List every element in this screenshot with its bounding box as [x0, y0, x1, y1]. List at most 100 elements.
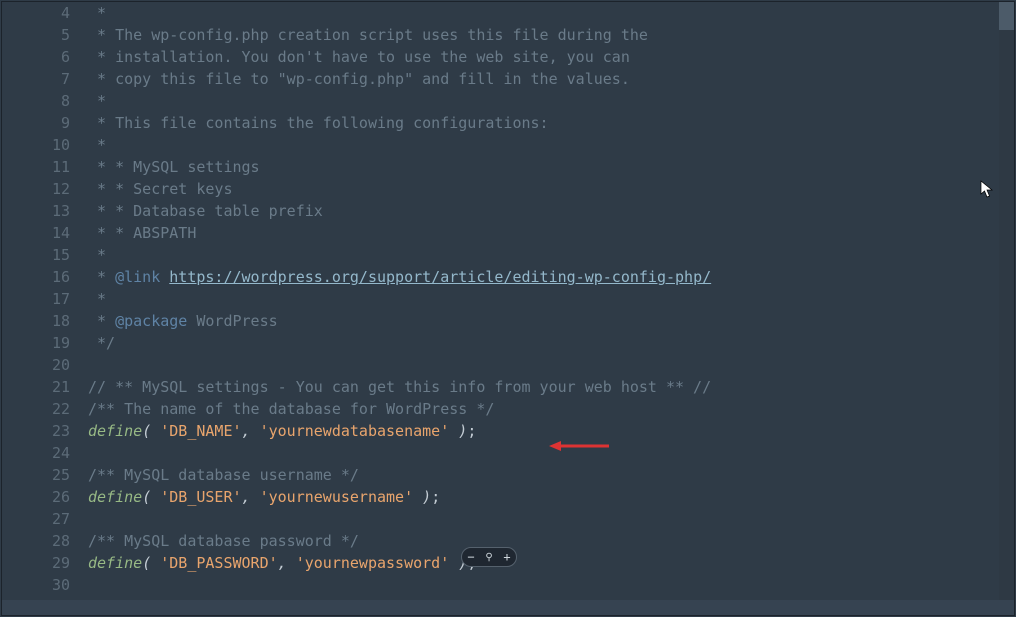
define-key: 'DB_NAME' — [160, 422, 241, 440]
code-token: * — [88, 246, 106, 264]
code-line[interactable]: * * Database table prefix — [88, 200, 999, 222]
line-number: 28 — [2, 530, 70, 552]
line-number-gutter: 4567891011121314151617181920212223242526… — [2, 2, 70, 596]
code-line[interactable]: * The wp-config.php creation script uses… — [88, 24, 999, 46]
semicolon: ; — [431, 488, 440, 506]
code-token: * * Database table prefix — [88, 202, 323, 220]
code-token: * * MySQL settings — [88, 158, 260, 176]
line-number: 11 — [2, 156, 70, 178]
code-line[interactable]: define( 'DB_USER', 'yournewusername' ); — [88, 486, 999, 508]
line-number: 27 — [2, 508, 70, 530]
line-number: 22 — [2, 398, 70, 420]
paren-open: ( — [142, 422, 160, 440]
code-token: @link — [115, 268, 160, 286]
line-number: 26 — [2, 486, 70, 508]
code-line[interactable]: * @link https://wordpress.org/support/ar… — [88, 266, 999, 288]
code-token — [160, 268, 169, 286]
code-line[interactable]: * — [88, 90, 999, 112]
code-token: * — [88, 4, 106, 22]
vertical-scrollbar-thumb[interactable] — [999, 2, 1014, 30]
code-line[interactable]: // ** MySQL settings - You can get this … — [88, 376, 999, 398]
line-number: 8 — [2, 90, 70, 112]
line-number: 7 — [2, 68, 70, 90]
code-line[interactable]: * installation. You don't have to use th… — [88, 46, 999, 68]
code-line[interactable]: /** MySQL database username */ — [88, 464, 999, 486]
line-number: 30 — [2, 574, 70, 596]
code-token: * installation. You don't have to use th… — [88, 48, 630, 66]
code-token: * The wp-config.php creation script uses… — [88, 26, 648, 44]
magnifier-icon[interactable]: ⚲ — [480, 548, 498, 566]
code-token: * This file contains the following confi… — [88, 114, 549, 132]
line-number: 6 — [2, 46, 70, 68]
code-line[interactable]: /** MySQL database password */ — [88, 530, 999, 552]
code-line[interactable] — [88, 574, 999, 596]
define-keyword: define — [88, 488, 142, 506]
code-token: * * ABSPATH — [88, 224, 196, 242]
code-line[interactable]: * — [88, 134, 999, 156]
code-token: * — [88, 268, 115, 286]
bottom-bar — [2, 600, 1014, 615]
code-line[interactable]: * copy this file to "wp-config.php" and … — [88, 68, 999, 90]
code-token: /** MySQL database password */ — [88, 532, 359, 550]
vertical-scrollbar-track[interactable] — [999, 2, 1014, 615]
code-line[interactable]: * — [88, 2, 999, 24]
code-token: * — [88, 136, 106, 154]
code-line[interactable]: /** The name of the database for WordPre… — [88, 398, 999, 420]
code-token: * — [88, 92, 106, 110]
zoom-control[interactable]: − ⚲ + — [461, 547, 517, 567]
line-number: 19 — [2, 332, 70, 354]
code-line[interactable] — [88, 354, 999, 376]
line-number: 15 — [2, 244, 70, 266]
line-number: 17 — [2, 288, 70, 310]
code-line[interactable]: * * MySQL settings — [88, 156, 999, 178]
code-token: * * Secret keys — [88, 180, 233, 198]
doc-link[interactable]: https://wordpress.org/support/article/ed… — [169, 268, 711, 286]
paren-close: ) — [449, 422, 467, 440]
line-number: 24 — [2, 442, 70, 464]
code-token: WordPress — [187, 312, 277, 330]
line-number: 14 — [2, 222, 70, 244]
code-token: * — [88, 290, 106, 308]
code-line[interactable]: * — [88, 244, 999, 266]
code-line[interactable]: define( 'DB_PASSWORD', 'yournewpassword'… — [88, 552, 999, 574]
code-line[interactable]: * * ABSPATH — [88, 222, 999, 244]
editor-frame: 4567891011121314151617181920212223242526… — [2, 2, 1014, 615]
code-token: * — [88, 312, 115, 330]
code-token: * copy this file to "wp-config.php" and … — [88, 70, 630, 88]
code-editor[interactable]: 4567891011121314151617181920212223242526… — [2, 2, 999, 615]
line-number: 12 — [2, 178, 70, 200]
line-number: 4 — [2, 2, 70, 24]
line-number: 9 — [2, 112, 70, 134]
paren-open: ( — [142, 554, 160, 572]
line-number: 23 — [2, 420, 70, 442]
line-number: 5 — [2, 24, 70, 46]
code-line[interactable]: * — [88, 288, 999, 310]
define-key: 'DB_PASSWORD' — [160, 554, 277, 572]
define-value: 'yournewdatabasename' — [260, 422, 450, 440]
comma: , — [242, 488, 260, 506]
line-number: 10 — [2, 134, 70, 156]
zoom-out-button[interactable]: − — [462, 548, 480, 566]
code-token: /** The name of the database for WordPre… — [88, 400, 494, 418]
code-line[interactable]: define( 'DB_NAME', 'yournewdatabasename'… — [88, 420, 999, 442]
code-line[interactable]: */ — [88, 332, 999, 354]
code-line[interactable] — [88, 442, 999, 464]
code-line[interactable] — [88, 508, 999, 530]
line-number: 16 — [2, 266, 70, 288]
paren-close: ) — [413, 488, 431, 506]
zoom-in-button[interactable]: + — [498, 548, 516, 566]
code-area[interactable]: * * The wp-config.php creation script us… — [88, 2, 999, 596]
comma: , — [278, 554, 296, 572]
comma: , — [242, 422, 260, 440]
line-number: 21 — [2, 376, 70, 398]
define-keyword: define — [88, 422, 142, 440]
code-token: */ — [88, 334, 115, 352]
line-number: 18 — [2, 310, 70, 332]
define-key: 'DB_USER' — [160, 488, 241, 506]
line-number: 25 — [2, 464, 70, 486]
code-line[interactable]: * This file contains the following confi… — [88, 112, 999, 134]
code-line[interactable]: * @package WordPress — [88, 310, 999, 332]
code-line[interactable]: * * Secret keys — [88, 178, 999, 200]
code-token: // ** MySQL settings - You can get this … — [88, 378, 711, 396]
define-value: 'yournewpassword' — [296, 554, 450, 572]
